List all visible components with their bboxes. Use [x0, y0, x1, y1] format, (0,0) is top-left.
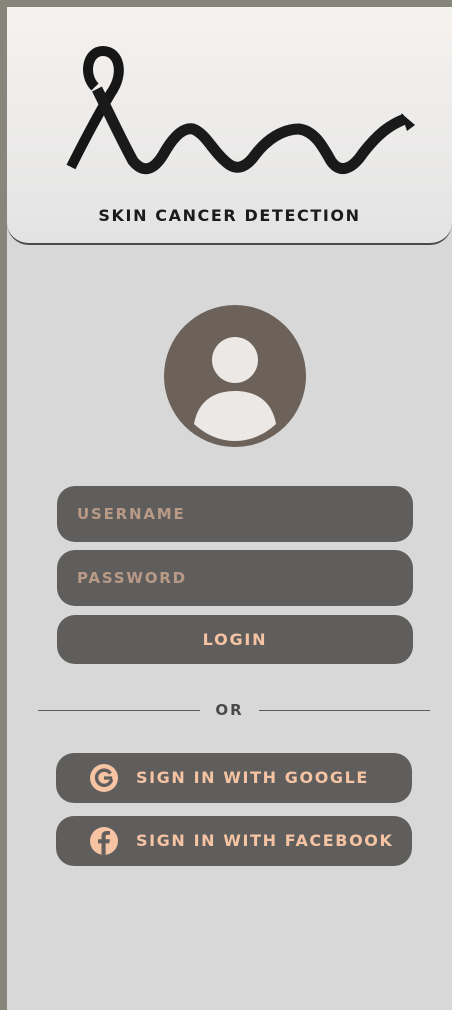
awareness-ribbon-icon — [66, 45, 415, 175]
password-input[interactable] — [57, 550, 413, 606]
divider-or-text: OR — [215, 701, 244, 719]
user-avatar-icon — [164, 305, 306, 447]
divider-line-right — [259, 710, 430, 711]
google-sign-in-button[interactable]: SIGN IN WITH GOOGLE — [56, 753, 412, 803]
login-screen: SKIN CANCER DETECTION LOGIN OR SIGN IN W… — [7, 7, 452, 1010]
login-button[interactable]: LOGIN — [57, 615, 413, 664]
app-header: SKIN CANCER DETECTION — [7, 7, 452, 245]
app-title: SKIN CANCER DETECTION — [98, 206, 361, 225]
username-input[interactable] — [57, 486, 413, 542]
google-sign-in-label: SIGN IN WITH GOOGLE — [136, 768, 369, 787]
facebook-icon — [90, 827, 118, 855]
facebook-sign-in-button[interactable]: SIGN IN WITH FACEBOOK — [56, 816, 412, 866]
facebook-sign-in-label: SIGN IN WITH FACEBOOK — [136, 831, 394, 850]
google-icon — [90, 764, 118, 792]
divider-line-left — [38, 710, 200, 711]
